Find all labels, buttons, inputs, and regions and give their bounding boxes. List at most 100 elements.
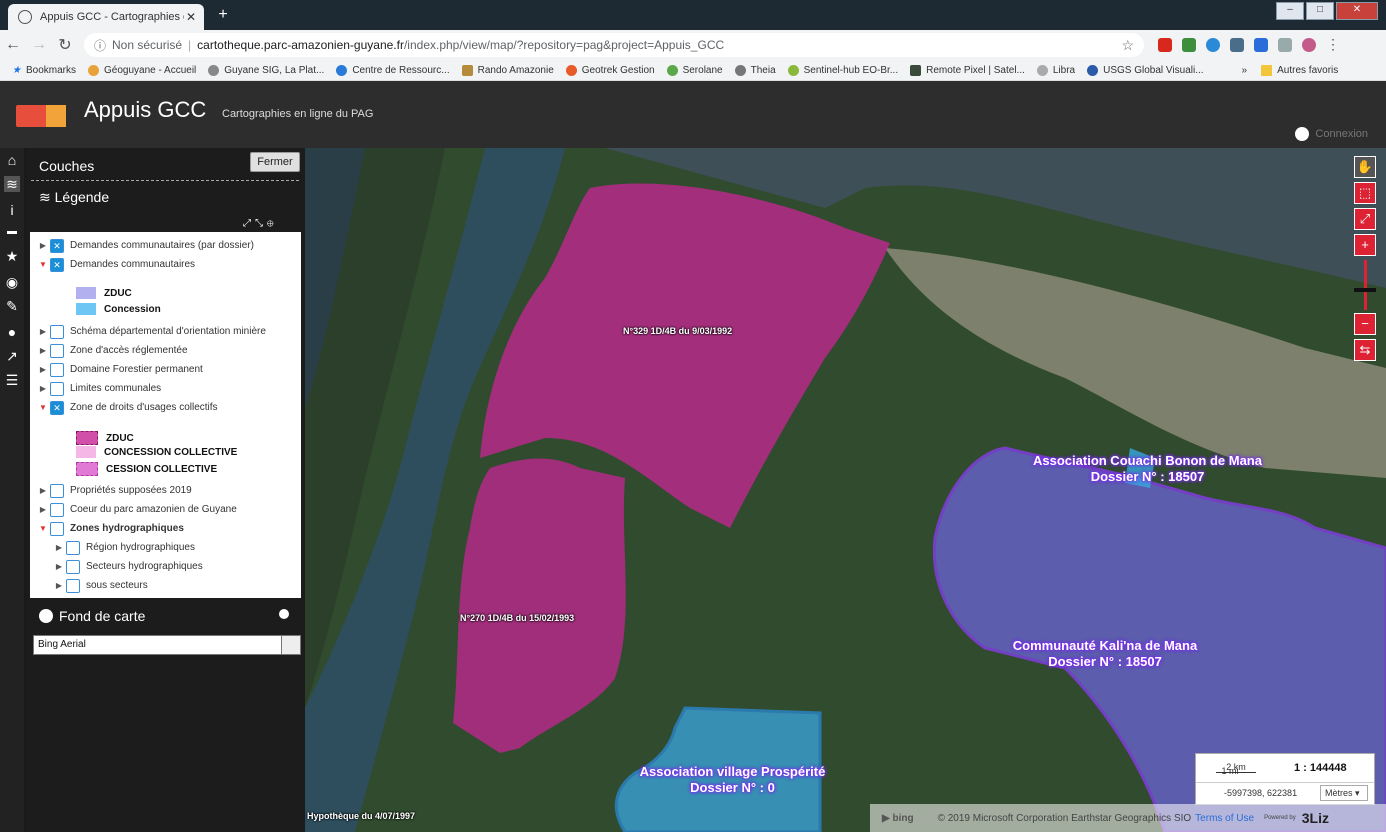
share-icon[interactable]: ↗ xyxy=(4,348,20,364)
bookmarks-more-button[interactable]: » xyxy=(1242,65,1248,76)
bookmark-item[interactable]: Guyane SIG, La Plat... xyxy=(208,64,324,76)
caret-right-icon[interactable]: ▶ xyxy=(54,543,64,552)
layer-checkbox[interactable] xyxy=(50,343,64,358)
caret-right-icon[interactable]: ▶ xyxy=(38,327,48,336)
locate-icon[interactable]: ◉ xyxy=(4,274,20,290)
caret-down-icon[interactable]: ▼ xyxy=(38,260,48,269)
layer-checkbox[interactable]: ✕ xyxy=(50,238,64,253)
drop-icon[interactable] xyxy=(1206,38,1220,52)
adblock-icon[interactable] xyxy=(1158,38,1172,52)
bookmark-star-icon[interactable]: ☆ xyxy=(1121,37,1134,54)
zoom-box-icon[interactable]: ⬚ xyxy=(1354,182,1376,204)
forward-icon[interactable]: → xyxy=(26,36,52,54)
bookmark-item[interactable]: Theia xyxy=(734,64,776,76)
layer-checkbox[interactable] xyxy=(50,521,64,536)
layer-checkbox[interactable] xyxy=(50,381,64,396)
collapse-icon[interactable]: ⤡ xyxy=(255,218,267,229)
layer-group-row[interactable]: ▼ Zones hydrographiques xyxy=(38,520,184,537)
back-icon[interactable]: ← xyxy=(0,36,26,54)
bookmark-item[interactable]: Rando Amazonie xyxy=(461,64,554,76)
layer-checkbox[interactable] xyxy=(50,362,64,377)
bookmark-item[interactable]: ★ Bookmarks xyxy=(12,65,76,76)
maximize-button[interactable]: □ xyxy=(1306,2,1334,20)
list-icon[interactable]: ☰ xyxy=(4,372,20,388)
comment-icon[interactable]: ▬ xyxy=(4,224,20,240)
layer-checkbox[interactable]: ✕ xyxy=(50,400,64,415)
bookmark-item[interactable]: Remote Pixel | Satel... xyxy=(910,64,1025,76)
info-icon[interactable]: i xyxy=(4,202,20,218)
other-bookmarks-folder[interactable]: Autres favoris xyxy=(1261,64,1338,76)
home-icon[interactable]: ⌂ xyxy=(4,152,20,168)
layer-row[interactable]: ▶ Propriétés supposées 2019 xyxy=(38,482,192,499)
login-link[interactable]: Connexion xyxy=(1295,127,1368,141)
new-tab-button[interactable]: + xyxy=(212,6,234,24)
zoom-icon[interactable]: ⊕ xyxy=(267,218,278,229)
caret-right-icon[interactable]: ▶ xyxy=(38,505,48,514)
expand-icon[interactable]: ⤢ xyxy=(243,218,255,229)
bookmark-item[interactable]: Géoguyane - Accueil xyxy=(87,64,196,76)
caret-down-icon[interactable]: ▼ xyxy=(38,524,48,533)
browser-tab[interactable]: Appuis GCC - Cartographies en l ✕ xyxy=(8,4,204,30)
layer-checkbox[interactable] xyxy=(66,559,80,574)
map-canvas[interactable]: N°329 1D/4B du 9/03/1992 N°270 1D/4B du … xyxy=(305,148,1386,832)
layer-checkbox[interactable] xyxy=(50,502,64,517)
measure-icon[interactable]: ✎ xyxy=(4,298,20,314)
caret-right-icon[interactable]: ▶ xyxy=(38,486,48,495)
extension-icon[interactable] xyxy=(1254,38,1268,52)
layer-checkbox[interactable] xyxy=(66,540,80,555)
layer-row[interactable]: ▶ sous secteurs xyxy=(54,577,148,594)
window-close-button[interactable]: ✕ xyxy=(1336,2,1378,20)
zoom-slider-handle[interactable] xyxy=(1354,288,1376,292)
zoom-in-button[interactable]: + xyxy=(1354,234,1376,256)
star-icon[interactable]: ★ xyxy=(4,248,20,264)
bookmark-item[interactable]: Sentinel-hub EO-Br... xyxy=(787,64,898,76)
layer-row[interactable]: ▶ Limites communales xyxy=(38,380,161,397)
layers-icon[interactable]: ≋ xyxy=(4,176,20,192)
layer-row[interactable]: ▶ Zone d'accès réglementée xyxy=(38,342,188,359)
layer-row[interactable]: ▶ ✕ Demandes communautaires (par dossier) xyxy=(38,237,254,254)
caret-right-icon[interactable]: ▶ xyxy=(38,241,48,250)
caret-right-icon[interactable]: ▶ xyxy=(54,562,64,571)
profile-avatar[interactable] xyxy=(1302,38,1316,52)
caret-right-icon[interactable]: ▶ xyxy=(54,581,64,590)
close-tab-icon[interactable]: ✕ xyxy=(184,10,198,24)
unit-select[interactable]: Mètres ▾ xyxy=(1320,785,1368,801)
layer-row[interactable]: ▼ ✕ Demandes communautaires xyxy=(38,256,195,273)
layer-checkbox[interactable]: ✕ xyxy=(50,257,64,272)
close-panel-button[interactable]: Fermer xyxy=(250,152,300,172)
zoom-extent-icon[interactable]: ⤢ xyxy=(1354,208,1376,230)
pan-hand-icon[interactable]: ✋ xyxy=(1354,156,1376,178)
layer-row[interactable]: ▶ Domaine Forestier permanent xyxy=(38,361,203,378)
menu-kebab-icon[interactable]: ⋮ xyxy=(1326,37,1340,52)
layer-checkbox[interactable] xyxy=(50,324,64,339)
caret-right-icon[interactable]: ▶ xyxy=(38,346,48,355)
layer-row[interactable]: ▶ Région hydrographiques xyxy=(54,539,195,556)
info-icon[interactable] xyxy=(279,609,289,619)
basemap-select[interactable]: Bing Aerial xyxy=(33,635,301,655)
reload-icon[interactable]: ↻ xyxy=(52,35,78,55)
layer-row[interactable]: ▶ Coeur du parc amazonien de Guyane xyxy=(38,501,237,518)
layer-row[interactable]: ▶ Secteurs hydrographiques xyxy=(54,558,203,575)
layer-checkbox[interactable] xyxy=(66,578,80,593)
bookmark-item[interactable]: Geotrek Gestion xyxy=(565,64,655,76)
bookmark-item[interactable]: Serolane xyxy=(666,64,723,76)
extension-icon[interactable] xyxy=(1278,38,1292,52)
caret-down-icon[interactable]: ▼ xyxy=(38,403,48,412)
address-bar[interactable]: ⓘ Non sécurisé | cartotheque.parc-amazon… xyxy=(84,33,1144,57)
chat-icon[interactable]: ● xyxy=(4,324,20,340)
bookmark-item[interactable]: USGS Global Visuali... xyxy=(1087,64,1204,76)
minimize-button[interactable]: – xyxy=(1276,2,1304,20)
zoom-out-button[interactable]: − xyxy=(1354,313,1376,335)
terms-link[interactable]: Terms of Use xyxy=(1195,813,1254,824)
caret-right-icon[interactable]: ▶ xyxy=(38,384,48,393)
bookmark-item[interactable]: Libra xyxy=(1036,64,1075,76)
caret-right-icon[interactable]: ▶ xyxy=(38,365,48,374)
bookmark-item[interactable]: Centre de Ressourc... xyxy=(336,64,450,76)
extension-icon[interactable] xyxy=(1182,38,1196,52)
layer-checkbox[interactable] xyxy=(50,483,64,498)
zoom-slider-track[interactable] xyxy=(1364,260,1367,310)
layer-row[interactable]: ▼ ✕ Zone de droits d'usages collectifs xyxy=(38,399,218,416)
extension-icon[interactable] xyxy=(1230,38,1244,52)
previous-view-icon[interactable]: ⇆ xyxy=(1354,339,1376,361)
layer-row[interactable]: ▶ Schéma départemental d'orientation mini… xyxy=(38,323,266,340)
